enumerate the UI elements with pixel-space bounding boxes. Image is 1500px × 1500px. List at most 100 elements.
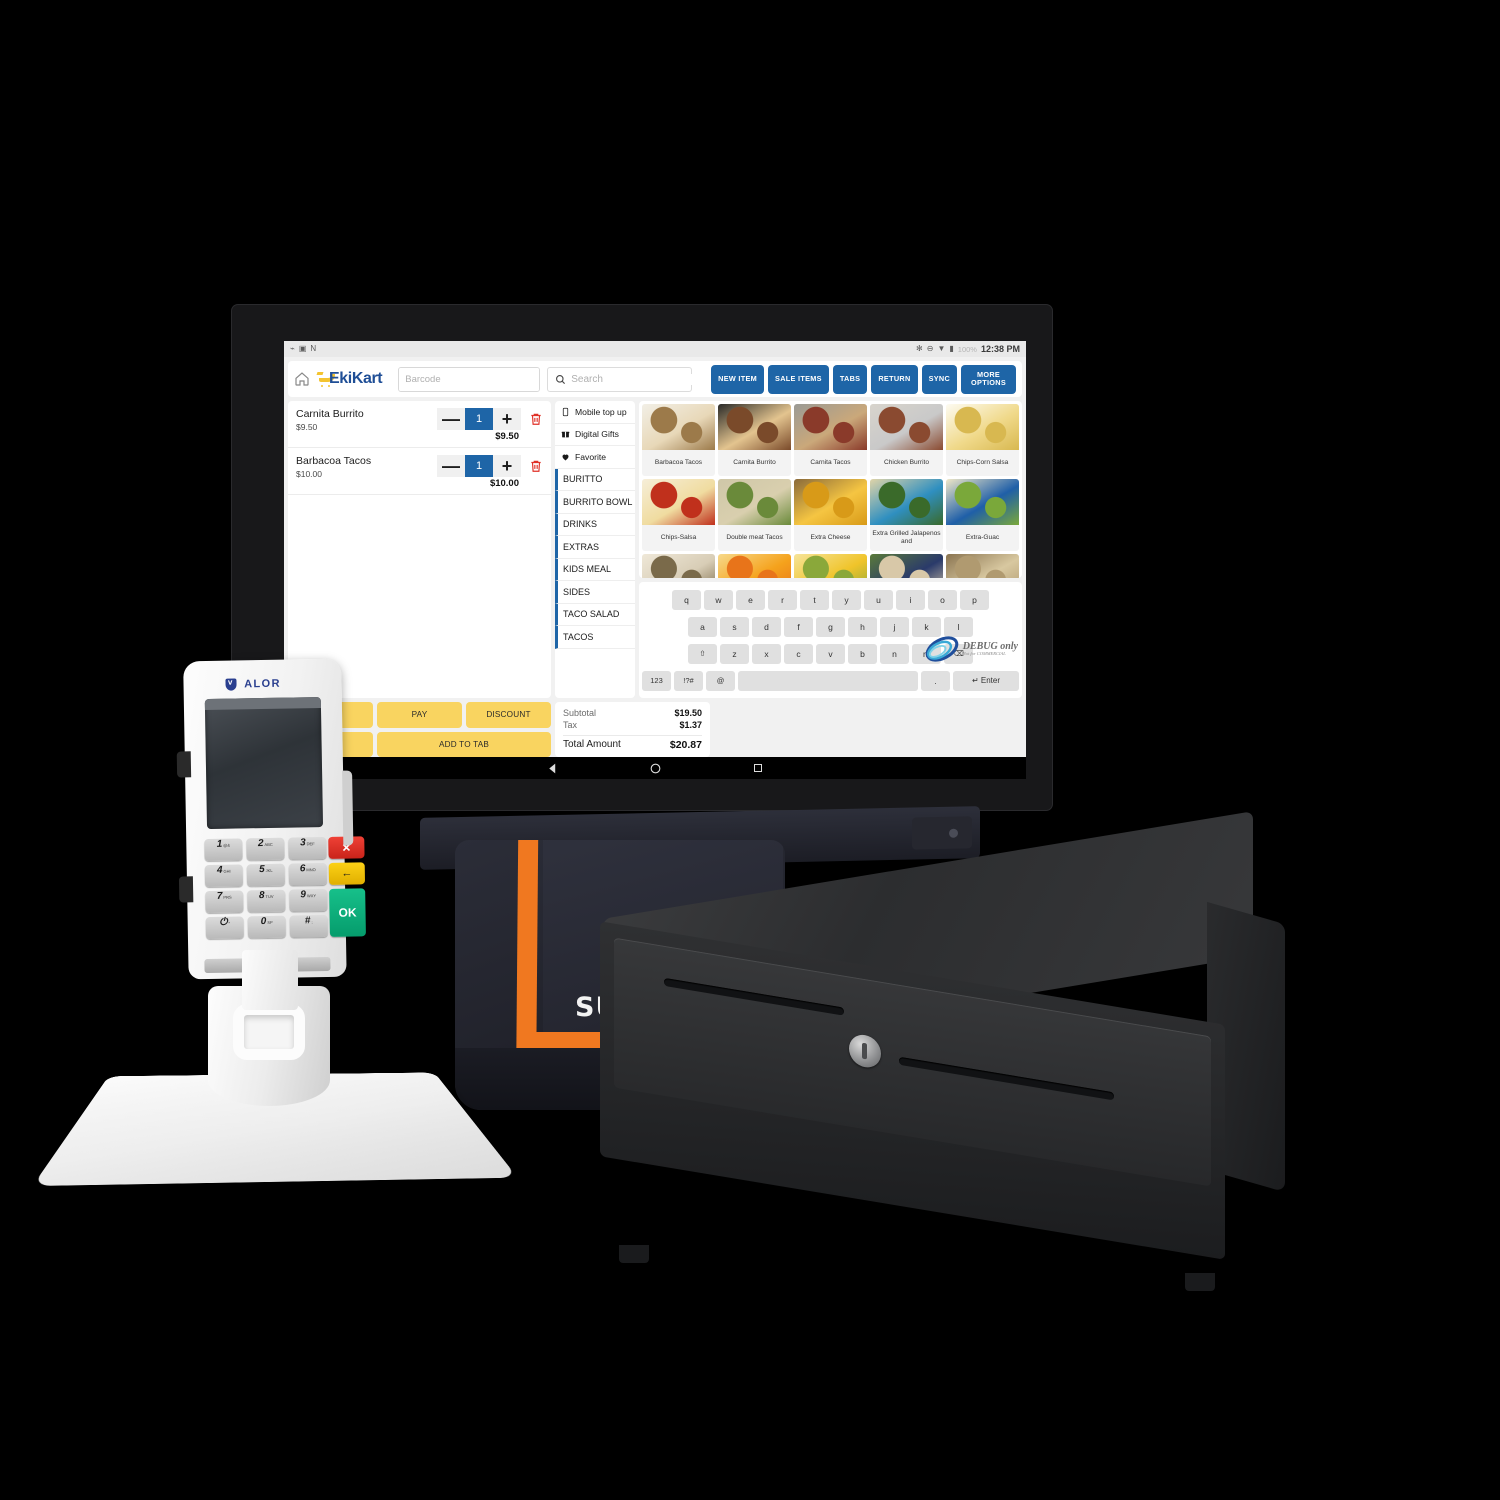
increase-qty-button[interactable]: + (493, 408, 521, 430)
product-tile[interactable]: Barbacoa Tacos (642, 404, 715, 476)
key-shift[interactable]: ⇧ (688, 643, 717, 664)
category-burrito-bowl[interactable]: BURRITO BOWL (555, 491, 635, 514)
home-circle-icon[interactable] (649, 762, 662, 775)
key-i[interactable]: i (896, 589, 925, 610)
key-q[interactable]: q (672, 589, 701, 610)
product-tile[interactable]: Carnita Tacos (794, 404, 867, 476)
new-item-button[interactable]: NEW ITEM (711, 364, 765, 394)
sync-button[interactable]: SYNC (921, 364, 958, 394)
key-y[interactable]: y (832, 589, 861, 610)
return-button[interactable]: RETURN (871, 364, 918, 394)
key-a[interactable]: a (688, 616, 717, 637)
barcode-input[interactable] (399, 367, 540, 391)
category-sides[interactable]: SIDES (555, 581, 635, 604)
product-tile[interactable] (946, 554, 1019, 578)
key-h[interactable]: h (848, 616, 877, 637)
key-b[interactable]: b (848, 643, 877, 664)
product-tile[interactable] (794, 554, 867, 578)
terminal-side-button[interactable] (176, 751, 192, 778)
terminal-key-1[interactable]: 1 @& (204, 838, 243, 862)
key-g[interactable]: g (816, 616, 845, 637)
recents-icon[interactable] (752, 762, 764, 774)
key-symbols[interactable]: !?# (674, 670, 703, 691)
product-tile[interactable] (642, 554, 715, 578)
product-tile[interactable] (870, 554, 943, 578)
terminal-key-4[interactable]: 4 GHI (204, 864, 244, 888)
key-k[interactable]: k (912, 616, 941, 637)
key-at[interactable]: @ (706, 670, 735, 691)
product-tile[interactable]: Chicken Burrito (870, 404, 943, 476)
terminal-back-key[interactable]: ← (328, 862, 366, 885)
terminal-key-9[interactable]: 9 WXY (289, 888, 328, 912)
key-f[interactable]: f (784, 616, 813, 637)
product-tile[interactable]: Carnita Burrito (718, 404, 791, 476)
delete-item-icon[interactable] (529, 411, 543, 427)
category-drinks[interactable]: DRINKS (555, 513, 635, 536)
key-c[interactable]: c (784, 643, 813, 664)
category-tacos[interactable]: TACOS (555, 626, 635, 649)
sale-items-button[interactable]: SALE ITEMS (768, 364, 829, 394)
category-extras[interactable]: EXTRAS (555, 536, 635, 559)
key-l[interactable]: l (944, 616, 973, 637)
product-tile[interactable]: Extra-Guac (946, 479, 1019, 551)
key-e[interactable]: e (736, 589, 765, 610)
category-favorite[interactable]: Favorite (555, 446, 635, 469)
decrease-qty-button[interactable]: — (437, 408, 465, 430)
more-options-button[interactable]: MORE OPTIONS (961, 364, 1016, 394)
drawer-lock-icon[interactable] (849, 1032, 881, 1070)
key-u[interactable]: u (864, 589, 893, 610)
product-tile[interactable]: Extra Cheese (794, 479, 867, 551)
key-period[interactable]: . (921, 670, 950, 691)
key-numbers[interactable]: 123 (642, 670, 671, 691)
search-input[interactable] (571, 373, 704, 385)
key-m[interactable]: m (912, 643, 941, 664)
key-j[interactable]: j (880, 616, 909, 637)
key-backspace[interactable]: ⌫ (944, 643, 973, 664)
key-w[interactable]: w (704, 589, 733, 610)
back-icon[interactable] (546, 762, 559, 775)
terminal-key-⏻[interactable]: ⏻ * (205, 916, 244, 940)
product-tile[interactable]: Double meat Tacos (718, 479, 791, 551)
category-kids-meal[interactable]: KIDS MEAL (555, 558, 635, 581)
terminal-ok-key[interactable]: OK (329, 888, 366, 937)
key-v[interactable]: v (816, 643, 845, 664)
key-enter[interactable]: ↵ Enter (953, 670, 1019, 691)
key-r[interactable]: r (768, 589, 797, 610)
category-mobile-top-up[interactable]: Mobile top up (555, 401, 635, 424)
decrease-qty-button[interactable]: — (437, 455, 465, 477)
key-o[interactable]: o (928, 589, 957, 610)
increase-qty-button[interactable]: + (493, 455, 521, 477)
key-d[interactable]: d (752, 616, 781, 637)
tabs-button[interactable]: TABS (832, 364, 868, 394)
key-s[interactable]: s (720, 616, 749, 637)
key-space[interactable] (738, 670, 918, 691)
category-taco-salad[interactable]: TACO SALAD (555, 603, 635, 626)
terminal-key-2[interactable]: 2 ABC (246, 837, 285, 861)
product-tile[interactable] (718, 554, 791, 578)
product-tile[interactable]: Extra Grilled Jalapenos and (870, 479, 943, 551)
search-field-wrap[interactable] (547, 366, 704, 392)
pay-button[interactable]: PAY (377, 702, 462, 728)
barcode-field-wrap[interactable] (398, 366, 541, 392)
terminal-side-button[interactable] (178, 876, 194, 903)
terminal-key-7[interactable]: 7 PRS (205, 890, 244, 914)
terminal-key-0[interactable]: 0 SP (247, 915, 286, 939)
product-tile[interactable]: Chips-Corn Salsa (946, 404, 1019, 476)
category-digital-gifts[interactable]: Digital Gifts (555, 424, 635, 446)
terminal-key-8[interactable]: 8 TUV (247, 889, 286, 913)
category-buritto[interactable]: BURITTO (555, 468, 635, 491)
terminal-key-3[interactable]: 3 DEF (288, 836, 327, 860)
terminal-key-6[interactable]: 6 MNO (288, 862, 328, 886)
discount-button[interactable]: DISCOUNT (466, 702, 551, 728)
product-tile[interactable]: Chips-Salsa (642, 479, 715, 551)
terminal-key-5[interactable]: 5 JKL (246, 863, 286, 887)
terminal-key-#[interactable]: #; (289, 914, 328, 938)
key-p[interactable]: p (960, 589, 989, 610)
key-n[interactable]: n (880, 643, 909, 664)
home-icon[interactable] (294, 371, 310, 387)
key-z[interactable]: z (720, 643, 749, 664)
key-t[interactable]: t (800, 589, 829, 610)
key-x[interactable]: x (752, 643, 781, 664)
add-to-tab-button[interactable]: ADD TO TAB (377, 731, 551, 757)
delete-item-icon[interactable] (529, 458, 543, 474)
